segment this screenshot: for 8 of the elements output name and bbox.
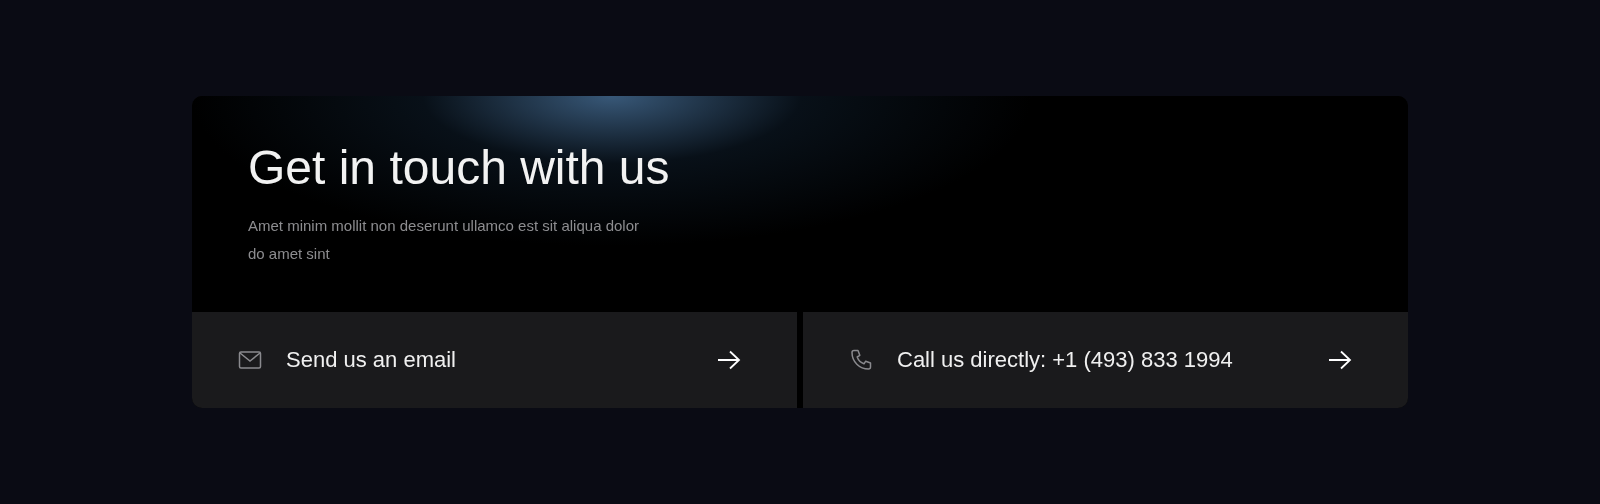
contact-link[interactable]: Send us an email [192,312,797,408]
arrow-right-icon [717,350,741,370]
contact-link[interactable]: Call us directly: +1 (493) 833 1994 [803,312,1408,408]
arrow-right-icon [1328,350,1352,370]
heading: Get in touch with us [248,140,671,196]
phone-icon [849,348,873,372]
envelope-icon [238,350,262,370]
subtitle: Amet minim mollit non deserunt ullamco est sit aliqua dolor do amet sint [248,216,640,264]
